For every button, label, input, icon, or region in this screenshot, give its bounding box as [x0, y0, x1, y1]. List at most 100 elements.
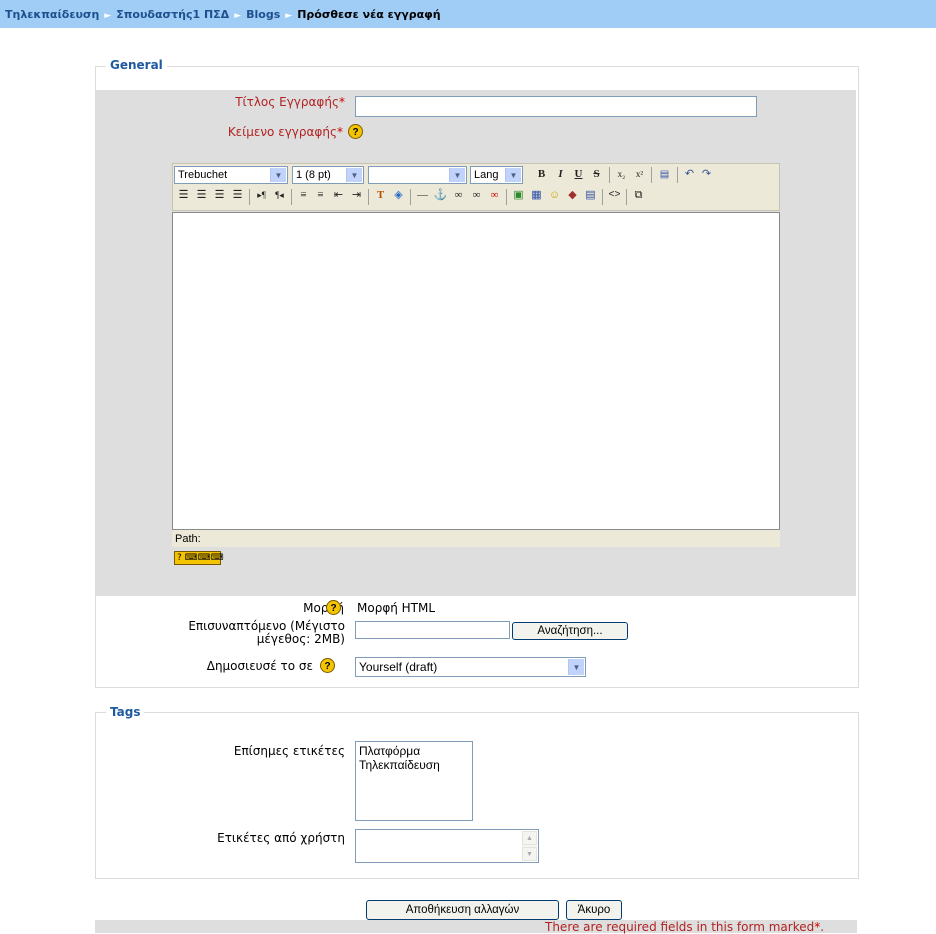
ltr-icon[interactable]: ▸¶	[254, 188, 269, 203]
title-label-text: Τίτλος Εγγραφής	[235, 95, 339, 109]
link-icon[interactable]: ∞	[451, 188, 466, 203]
official-tags-label: Επίσημες ετικέτες	[233, 744, 345, 758]
attachment-label: Επισυναπτόμενο (Μέγιστο μέγεθος: 2MB)	[150, 620, 345, 646]
toolbar-separator	[609, 167, 610, 183]
publish-select-value: Yourself (draft)	[359, 660, 438, 674]
toolbar-separator	[410, 189, 411, 205]
unlink-icon[interactable]: ∞	[487, 188, 502, 203]
breadcrumb: Τηλεκπαίδευση ► Σπουδαστής1 ΠΣΔ ► Blogs ► Πρόσ…	[5, 8, 441, 21]
align-right-icon[interactable]: ☰	[212, 188, 227, 203]
superscript-icon[interactable]: x²	[632, 167, 647, 182]
tags-legend: Tags	[106, 705, 145, 719]
ordered-list-icon[interactable]: ≡	[296, 188, 311, 203]
smiley-icon[interactable]: ☺	[547, 188, 562, 203]
toolbar-separator	[677, 167, 678, 183]
browse-button[interactable]: Αναζήτηση...	[512, 622, 628, 640]
breadcrumb-separator-icon: ►	[234, 11, 242, 21]
publish-label: Δημοσιευσέ το σε	[206, 659, 313, 673]
attachment-file-input[interactable]	[355, 621, 510, 639]
breadcrumb-separator-icon: ►	[285, 11, 293, 21]
scroll-up-icon[interactable]: ▲	[522, 831, 537, 845]
official-tags-listbox[interactable]: Πλατφόρμα Τηλεκπαίδευση	[355, 741, 473, 821]
size-select-value: 1 (8 pt)	[296, 169, 331, 181]
required-note-text: There are required fields in this form m…	[545, 920, 815, 934]
breadcrumb-separator-icon: ►	[104, 11, 112, 21]
clean-word-icon[interactable]: ▤	[657, 167, 672, 182]
underline-icon[interactable]: U	[571, 167, 586, 182]
outdent-icon[interactable]: ⇤	[331, 188, 346, 203]
title-input[interactable]	[355, 96, 757, 117]
font-select-value: Trebuchet	[178, 169, 228, 181]
style-select[interactable]: ▼	[368, 166, 467, 184]
textarea-scrollbar[interactable]: ▲ ▼	[522, 831, 537, 861]
special-char-icon[interactable]: ◆	[565, 188, 580, 203]
publish-help-icon[interactable]: ?	[320, 658, 335, 673]
official-tag-option[interactable]: Πλατφόρμα	[359, 744, 469, 758]
toolbar-separator	[249, 189, 250, 205]
keyboard-help-icon[interactable]: ? ⌨⌨⌨	[174, 551, 224, 565]
save-button[interactable]: Αποθήκευση αλλαγών	[366, 900, 559, 920]
body-label-text: Κείμενο εγγραφής	[227, 125, 337, 139]
body-label: Κείμενο εγγραφής*	[150, 125, 343, 139]
general-legend: General	[106, 58, 167, 72]
paste-icon[interactable]: ▤	[583, 188, 598, 203]
chevron-down-icon: ▼	[449, 168, 465, 182]
required-fields-note: There are required fields in this form m…	[545, 920, 824, 934]
breadcrumb-link-home[interactable]: Τηλεκπαίδευση	[5, 8, 99, 21]
title-label: Τίτλος Εγγραφής*	[150, 95, 345, 109]
text-color-icon[interactable]: T	[373, 188, 388, 203]
anchor-icon[interactable]: ⚓	[433, 188, 448, 203]
html-source-icon[interactable]: <>	[607, 188, 622, 203]
format-label: Μορφή	[303, 601, 344, 615]
chevron-down-icon: ▼	[270, 168, 286, 182]
chevron-down-icon: ▼	[505, 168, 521, 182]
subscript-icon[interactable]: x₂	[614, 167, 629, 182]
body-help-icon[interactable]: ?	[348, 124, 363, 139]
format-value: Μορφή HTML	[357, 601, 436, 615]
rtl-icon[interactable]: ¶◂	[272, 188, 287, 203]
toolbar-separator	[651, 167, 652, 183]
user-tags-label: Ετικέτες από χρήστη	[217, 831, 345, 845]
justify-icon[interactable]: ☰	[230, 188, 245, 203]
chevron-down-icon: ▼	[568, 659, 584, 675]
breadcrumb-link-blogs[interactable]: Blogs	[246, 8, 280, 21]
fullscreen-icon[interactable]: ⧉	[631, 188, 646, 203]
required-marker: *	[339, 95, 345, 109]
insert-image-icon[interactable]: ▣	[511, 188, 526, 203]
scroll-down-icon[interactable]: ▼	[522, 847, 537, 861]
lang-select[interactable]: Lang ▼	[470, 166, 523, 184]
undo-icon[interactable]: ↶	[682, 167, 697, 182]
toolbar-separator	[626, 189, 627, 205]
strikethrough-icon[interactable]: S	[589, 167, 604, 182]
unordered-list-icon[interactable]: ≡	[313, 188, 328, 203]
attachment-label-line2: μέγεθος: 2MB)	[256, 632, 345, 646]
bold-icon[interactable]: B	[534, 167, 549, 182]
path-label: Path:	[175, 533, 201, 545]
user-tags-textarea[interactable]: ▲ ▼	[355, 829, 539, 863]
toolbar-separator	[506, 189, 507, 205]
required-note-period: .	[820, 920, 825, 934]
breadcrumb-current: Πρόσθεσε νέα εγγραφή	[297, 8, 441, 21]
nolink-icon[interactable]: ∞	[469, 188, 484, 203]
official-tag-option[interactable]: Τηλεκπαίδευση	[359, 758, 469, 772]
editor-content-area[interactable]	[172, 212, 780, 530]
format-help-icon[interactable]: ?	[326, 600, 341, 615]
breadcrumb-link-user[interactable]: Σπουδαστής1 ΠΣΔ	[116, 8, 229, 21]
horizontal-rule-icon[interactable]: —	[415, 188, 430, 203]
toolbar-separator	[602, 189, 603, 205]
toolbar-separator	[368, 189, 369, 205]
size-select[interactable]: 1 (8 pt) ▼	[292, 166, 364, 184]
font-select[interactable]: Trebuchet ▼	[174, 166, 288, 184]
chevron-down-icon: ▼	[346, 168, 362, 182]
align-left-icon[interactable]: ☰	[176, 188, 191, 203]
insert-table-icon[interactable]: ▦	[529, 188, 544, 203]
align-center-icon[interactable]: ☰	[194, 188, 209, 203]
toolbar-separator	[291, 189, 292, 205]
background-color-icon[interactable]: ◈	[391, 188, 406, 203]
required-marker: *	[337, 125, 343, 139]
italic-icon[interactable]: I	[553, 167, 568, 182]
indent-icon[interactable]: ⇥	[349, 188, 364, 203]
cancel-button[interactable]: Άκυρο	[566, 900, 622, 920]
redo-icon[interactable]: ↷	[699, 167, 714, 182]
publish-select[interactable]: Yourself (draft) ▼	[355, 657, 586, 677]
